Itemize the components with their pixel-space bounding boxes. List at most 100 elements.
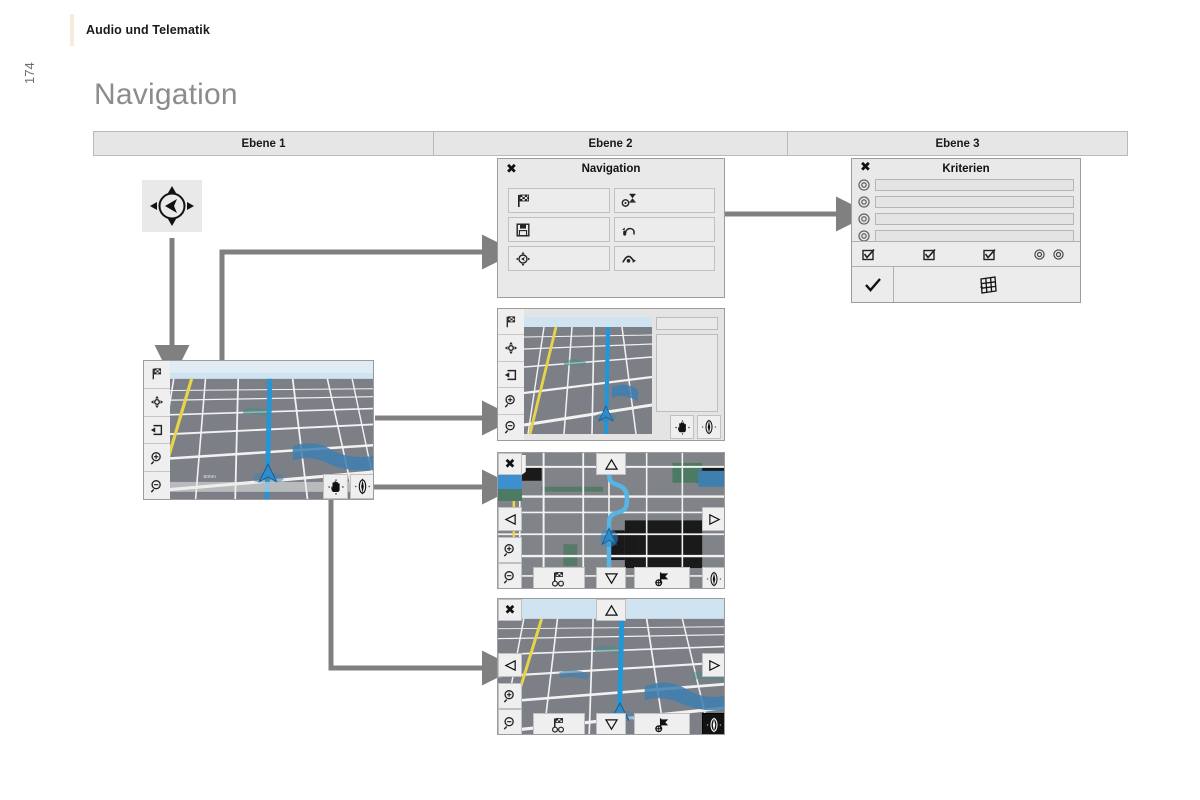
navigation-arrow-icon bbox=[158, 192, 186, 220]
hand-pan-icon bbox=[327, 478, 344, 495]
exit-arrow-icon bbox=[150, 424, 163, 436]
arrow-hand-to-map-3d bbox=[328, 490, 517, 686]
compass-rose-icon bbox=[706, 716, 722, 733]
kriterien-value-field[interactable] bbox=[875, 212, 1074, 225]
zoom-in-icon bbox=[504, 394, 515, 408]
nav-menu-title: Navigation bbox=[581, 163, 641, 175]
map-sidebar-toolbar bbox=[144, 361, 170, 499]
nav-btn-detour[interactable] bbox=[613, 246, 715, 271]
list-item[interactable] bbox=[858, 177, 1074, 192]
map-info-field[interactable] bbox=[656, 317, 718, 330]
svg-text:500m: 500m bbox=[203, 474, 215, 480]
kriterien-title: Kriterien bbox=[942, 163, 990, 175]
map-pan-left-button[interactable] bbox=[498, 653, 522, 677]
map-compass-button[interactable] bbox=[702, 567, 724, 588]
triangle-right-icon bbox=[708, 513, 720, 525]
page-title: Navigation bbox=[94, 78, 238, 111]
dpad-down-icon bbox=[168, 219, 176, 226]
kriterien-keypad-button[interactable] bbox=[894, 267, 1080, 302]
map-zoom-in-button[interactable] bbox=[498, 683, 522, 709]
radio-button-icon bbox=[858, 229, 870, 242]
map-close-button[interactable]: ✖ bbox=[498, 453, 522, 475]
kriterien-value-field[interactable] bbox=[875, 178, 1074, 191]
map-pan-up-button[interactable] bbox=[596, 453, 626, 475]
zoom-out-icon bbox=[503, 570, 514, 584]
guidance-headset-icon bbox=[621, 227, 635, 236]
map-poi-flag-button[interactable] bbox=[533, 713, 585, 734]
compass-joystick-icon bbox=[515, 251, 531, 266]
joystick-control[interactable] bbox=[142, 180, 202, 232]
map-close-button[interactable]: ✖ bbox=[498, 599, 522, 621]
dpad-left-icon bbox=[150, 202, 157, 210]
map-pan-button[interactable] bbox=[498, 335, 524, 362]
level-column-2: Ebene 2 bbox=[434, 132, 788, 155]
map-zoom-out-button[interactable] bbox=[498, 709, 522, 734]
kriterien-checkbox-1[interactable] bbox=[852, 248, 913, 261]
map-compass-button-selected[interactable] bbox=[702, 713, 724, 734]
triangle-up-icon bbox=[604, 458, 618, 470]
map-compass-button[interactable] bbox=[350, 474, 373, 499]
close-icon[interactable]: ✖ bbox=[506, 163, 517, 176]
map-zoom-out-button[interactable] bbox=[498, 563, 522, 588]
map-exit-button[interactable] bbox=[144, 416, 170, 445]
map-marker-flag-button[interactable] bbox=[634, 713, 690, 734]
exit-arrow-icon bbox=[504, 369, 517, 380]
map-pan-down-button[interactable] bbox=[596, 713, 626, 734]
checkmark-icon bbox=[864, 277, 881, 292]
map-flag-button[interactable] bbox=[498, 309, 524, 336]
nav-btn-save[interactable] bbox=[508, 217, 610, 242]
nav-btn-criteria[interactable] bbox=[613, 188, 715, 213]
nav-btn-compass[interactable] bbox=[508, 246, 610, 271]
compass-rose-icon bbox=[701, 419, 717, 435]
map-zoom-in-button[interactable] bbox=[144, 444, 170, 473]
map-pan-right-button[interactable] bbox=[702, 653, 724, 677]
list-item[interactable] bbox=[858, 194, 1074, 209]
map-sidebar-toolbar bbox=[498, 309, 524, 440]
map-hand-pan-button[interactable] bbox=[323, 474, 348, 499]
map-info-panel bbox=[656, 334, 718, 412]
nav-btn-guidance[interactable] bbox=[613, 217, 715, 242]
map-2d-scroll-view[interactable]: ✖ bbox=[497, 452, 725, 589]
map-flag-button[interactable] bbox=[144, 361, 170, 389]
map-3d-with-info-panel[interactable] bbox=[497, 308, 725, 441]
kriterien-value-field[interactable] bbox=[875, 229, 1074, 242]
map-pan-button[interactable] bbox=[144, 388, 170, 417]
checkered-flag-icon bbox=[518, 194, 530, 207]
triangle-up-icon bbox=[604, 604, 618, 616]
map-marker-flag-button[interactable] bbox=[634, 567, 690, 588]
dpad-right-icon bbox=[187, 202, 194, 210]
checkered-flag-poi-icon bbox=[551, 571, 565, 587]
map-poi-flag-button[interactable] bbox=[533, 567, 585, 588]
kriterien-confirm-button[interactable] bbox=[852, 267, 894, 302]
list-item[interactable] bbox=[858, 211, 1074, 226]
pan-move-icon bbox=[504, 341, 518, 355]
map-pan-right-button[interactable] bbox=[702, 507, 724, 531]
kriterien-checkbox-3[interactable] bbox=[973, 248, 1034, 261]
kriterien-footer bbox=[852, 267, 1080, 302]
checkbox-checked-icon bbox=[862, 248, 875, 260]
checkered-flag-icon bbox=[152, 368, 162, 380]
close-icon[interactable]: ✖ bbox=[860, 161, 871, 174]
map-pan-up-button[interactable] bbox=[596, 599, 626, 621]
map-zoom-in-button[interactable] bbox=[498, 388, 524, 415]
kriterien-value-field[interactable] bbox=[875, 195, 1074, 208]
radio-button-icon[interactable] bbox=[1034, 248, 1045, 260]
map-exit-button[interactable] bbox=[498, 361, 524, 389]
map-hand-pan-button[interactable] bbox=[670, 415, 694, 439]
map-zoom-out-button[interactable] bbox=[498, 414, 524, 440]
map-3d-perspective-level1[interactable]: 500m bbox=[143, 360, 374, 500]
flag-marker-icon bbox=[654, 571, 668, 586]
nav-btn-destination[interactable] bbox=[508, 188, 610, 213]
map-pan-down-button[interactable] bbox=[596, 567, 626, 588]
kriterien-option-list bbox=[852, 177, 1080, 243]
map-compass-button[interactable] bbox=[697, 415, 721, 439]
section-title: Audio und Telematik bbox=[86, 23, 210, 37]
radio-button-icon[interactable] bbox=[1053, 248, 1064, 260]
map-pan-left-button[interactable] bbox=[498, 507, 522, 531]
map-3d-scroll-view[interactable]: 1km ✖ bbox=[497, 598, 725, 735]
route-criteria-icon bbox=[621, 193, 635, 207]
checkbox-checked-icon bbox=[922, 248, 936, 260]
map-zoom-out-button[interactable] bbox=[144, 472, 170, 499]
map-zoom-in-button[interactable] bbox=[498, 537, 522, 563]
kriterien-checkbox-2[interactable] bbox=[913, 248, 974, 261]
